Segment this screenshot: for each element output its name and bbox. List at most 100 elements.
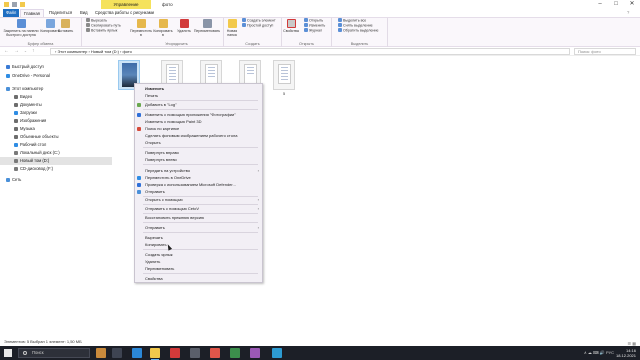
invert-selection-icon bbox=[338, 28, 342, 32]
taskbar-app-icon[interactable] bbox=[96, 348, 106, 358]
nav-desktop[interactable]: Рабочий стол bbox=[0, 141, 112, 149]
taskbar-search-input[interactable]: Поиск bbox=[18, 348, 90, 358]
menu-item-send-with[interactable]: Отправить с помощью CetoV › bbox=[135, 205, 262, 212]
nav-videos[interactable]: Видео bbox=[0, 93, 112, 101]
minimize-button[interactable]: – bbox=[592, 0, 608, 9]
submenu-arrow-icon: › bbox=[257, 206, 259, 211]
pin-quick-access-button[interactable]: Закрепить на панели быстрого доступа bbox=[2, 19, 40, 37]
easy-access-button[interactable]: Простой доступ bbox=[242, 23, 273, 29]
download-icon bbox=[14, 110, 18, 115]
menu-item-rotate-right[interactable]: Повернуть вправо bbox=[135, 149, 262, 156]
tab-file[interactable]: Файл bbox=[3, 9, 19, 17]
recent-dropdown-icon[interactable]: ⌄ bbox=[24, 48, 27, 55]
menu-item-edit-photos[interactable]: Изменить с помощью приложения "Фотографи… bbox=[135, 111, 262, 118]
taskbar-app-icon[interactable] bbox=[272, 348, 282, 358]
menu-item-open-with[interactable]: Открыть с помощью › bbox=[135, 196, 262, 203]
copy-to-button[interactable]: Копировать в bbox=[152, 19, 174, 37]
file-explorer-icon[interactable] bbox=[150, 348, 160, 360]
new-item-icon bbox=[242, 18, 246, 22]
menu-item-add-to-log[interactable]: Добавить в "Log" bbox=[135, 101, 262, 108]
nav-drive-f[interactable]: CD-дисковод (F:) bbox=[0, 165, 112, 173]
task-view-icon[interactable] bbox=[112, 348, 122, 358]
open-group-label: Открыть bbox=[299, 42, 314, 46]
manage-contextual-tab[interactable]: Управление bbox=[101, 0, 151, 9]
taskbar-app-icon[interactable] bbox=[210, 348, 220, 358]
menu-item-image-search[interactable]: Поиск по картинке bbox=[135, 125, 262, 132]
copy-button[interactable]: Копировать bbox=[40, 19, 60, 33]
file-thumbnail-5[interactable]: 5 bbox=[273, 60, 295, 96]
menu-item-defender-scan[interactable]: Проверка с использованием Microsoft Defe… bbox=[135, 181, 262, 188]
yandex-icon bbox=[137, 126, 141, 131]
menu-item-set-wallpaper[interactable]: Сделать фоновым изображением рабочего ст… bbox=[135, 132, 262, 139]
maximize-button[interactable]: □ bbox=[608, 0, 624, 9]
nav-pictures[interactable]: Изображения bbox=[0, 117, 112, 125]
clock[interactable]: 14:16 18.12.2021 bbox=[616, 346, 636, 360]
quick-access-dropdown-icon[interactable] bbox=[28, 2, 31, 7]
nav-3d-objects[interactable]: Объемные объекты bbox=[0, 133, 112, 141]
help-icon[interactable]: ? bbox=[624, 9, 632, 17]
taskbar: Поиск ∧ ☁ ⌨ 🔊 РУС 14:16 18.12.2021 bbox=[0, 346, 640, 360]
forward-arrow-icon[interactable]: → bbox=[14, 48, 19, 55]
properties-quick-icon[interactable] bbox=[12, 2, 17, 7]
nav-music[interactable]: Музыка bbox=[0, 125, 112, 133]
tab-share[interactable]: Поделиться bbox=[46, 9, 75, 17]
organize-group-label: Упорядочить bbox=[165, 42, 188, 46]
address-bar[interactable]: › Этот компьютер › Новый том (D:) › фото bbox=[50, 48, 570, 55]
taskbar-app-icon[interactable] bbox=[190, 348, 200, 358]
close-button[interactable]: ✕ bbox=[624, 0, 640, 9]
back-arrow-icon[interactable]: ← bbox=[4, 48, 9, 55]
cube-icon bbox=[14, 134, 18, 139]
menu-item-edit[interactable]: Изменить bbox=[135, 85, 262, 92]
computer-icon bbox=[6, 86, 10, 91]
select-none-icon bbox=[338, 23, 342, 27]
menu-item-copy[interactable]: Копировать bbox=[135, 241, 262, 248]
search-input[interactable]: Поиск: фото bbox=[574, 48, 636, 55]
nav-network[interactable]: Сеть bbox=[0, 176, 112, 184]
tab-home[interactable]: Главная bbox=[20, 9, 44, 17]
system-tray-icons[interactable]: ∧ ☁ ⌨ 🔊 РУС bbox=[584, 346, 614, 360]
menu-item-print[interactable]: Печать bbox=[135, 92, 262, 99]
new-folder-button[interactable]: Новая папка bbox=[224, 19, 240, 37]
delete-button[interactable]: Удалить bbox=[176, 19, 192, 33]
tab-picture-tools[interactable]: Средства работы с рисунками bbox=[92, 9, 157, 17]
page-preview bbox=[244, 64, 257, 84]
menu-item-create-shortcut[interactable]: Создать ярлык bbox=[135, 251, 262, 258]
invert-selection-button[interactable]: Обратить выделение bbox=[338, 28, 379, 34]
menu-item-cut[interactable]: Вырезать bbox=[135, 234, 262, 241]
menu-item-cast-to-device[interactable]: Передать на устройство › bbox=[135, 167, 262, 174]
menu-item-rotate-left[interactable]: Повернуть влево bbox=[135, 156, 262, 163]
scissors-icon bbox=[86, 18, 90, 22]
paste-button[interactable]: Вставить bbox=[58, 19, 73, 33]
up-arrow-icon[interactable]: ↑ bbox=[32, 48, 35, 55]
taskbar-app-icon[interactable] bbox=[170, 348, 180, 358]
menu-item-move-to-onedrive[interactable]: Переместить в OneDrive bbox=[135, 174, 262, 181]
windows-start-icon[interactable] bbox=[4, 349, 12, 357]
nav-drive-d[interactable]: Новый том (D:) bbox=[0, 157, 112, 165]
nav-this-pc[interactable]: Этот компьютер bbox=[0, 85, 112, 93]
edge-browser-icon[interactable] bbox=[132, 348, 142, 358]
history-button[interactable]: Журнал bbox=[304, 28, 322, 34]
desktop-icon bbox=[14, 142, 18, 147]
nav-documents[interactable]: Документы bbox=[0, 101, 112, 109]
nav-onedrive[interactable]: OneDrive - Personal bbox=[0, 72, 112, 80]
menu-item-rename[interactable]: Переименовать bbox=[135, 265, 262, 272]
menu-item-share[interactable]: Отправить bbox=[135, 188, 262, 195]
tab-view[interactable]: Вид bbox=[77, 9, 91, 17]
taskbar-app-icon[interactable] bbox=[230, 348, 240, 358]
menu-item-open[interactable]: Открыть bbox=[135, 139, 262, 146]
taskbar-app-icon[interactable] bbox=[250, 348, 260, 358]
menu-item-delete[interactable]: Удалить bbox=[135, 258, 262, 265]
nav-drive-c[interactable]: Локальный диск (C:) bbox=[0, 149, 112, 157]
nav-quick-access[interactable]: Быстрый доступ bbox=[0, 63, 112, 71]
page-preview bbox=[166, 64, 179, 84]
properties-button[interactable]: Свойства bbox=[282, 19, 300, 33]
nav-downloads[interactable]: Загрузки bbox=[0, 109, 112, 117]
menu-item-edit-paint3d[interactable]: Изменить с помощью Paint 3D bbox=[135, 118, 262, 125]
menu-item-send-to[interactable]: Отправить › bbox=[135, 224, 262, 231]
move-to-button[interactable]: Переместить в bbox=[130, 19, 152, 37]
new-folder-quick-icon[interactable] bbox=[20, 2, 25, 7]
menu-item-properties[interactable]: Свойства bbox=[135, 275, 262, 282]
menu-item-restore-version[interactable]: Восстановить прежнюю версию bbox=[135, 214, 262, 221]
paste-shortcut-button[interactable]: Вставить ярлык bbox=[86, 28, 117, 34]
rename-button[interactable]: Переименовать bbox=[192, 19, 222, 33]
